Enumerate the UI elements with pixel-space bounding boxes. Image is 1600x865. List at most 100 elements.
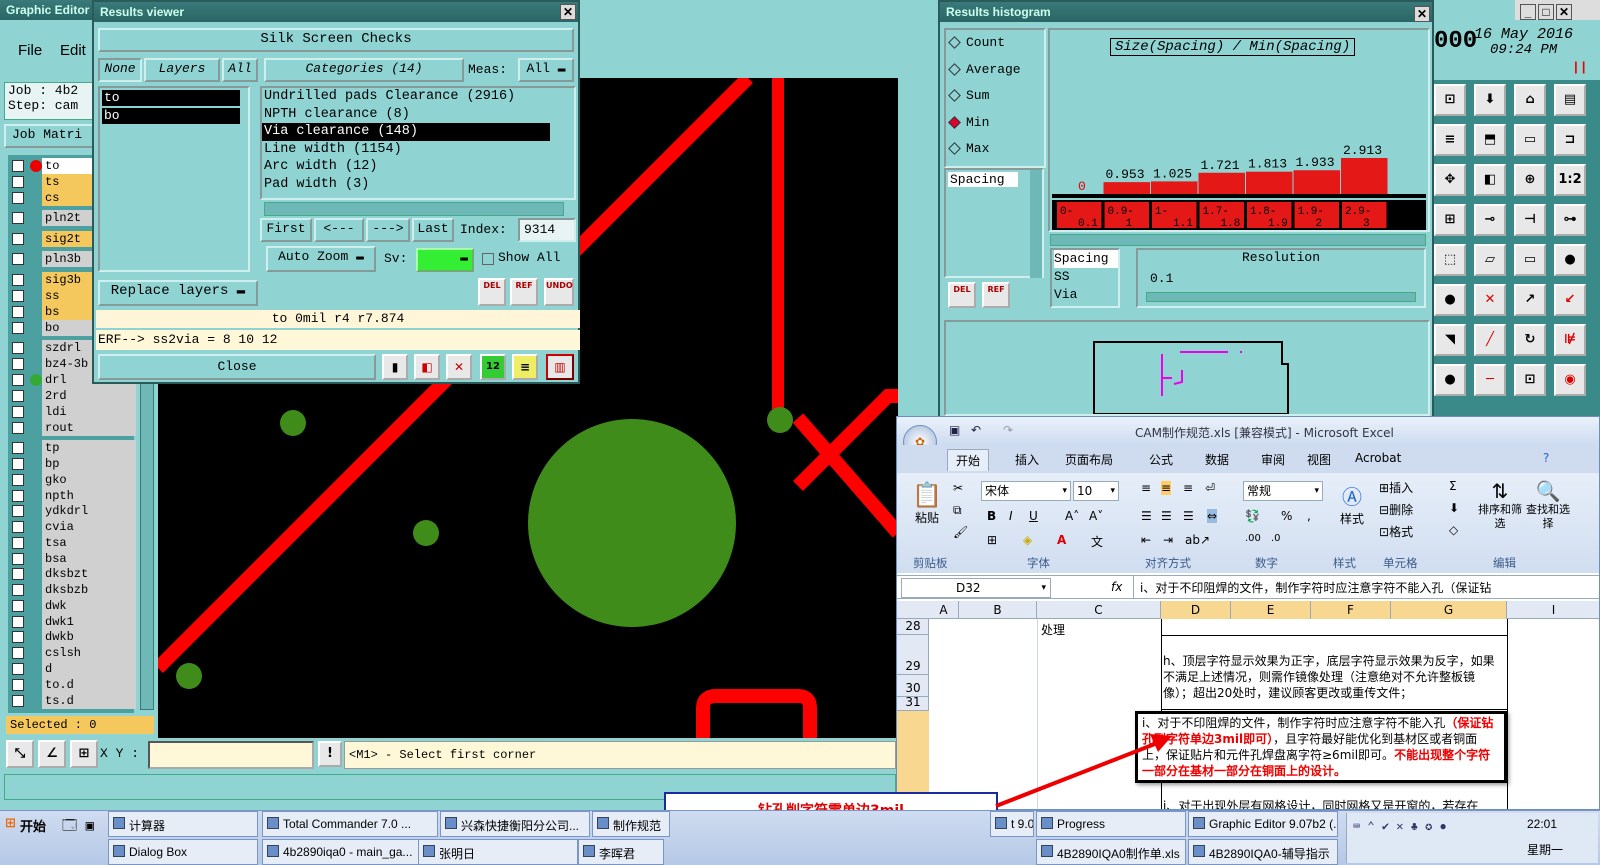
layer-checkbox[interactable] bbox=[12, 374, 24, 386]
menu-file[interactable]: File bbox=[18, 42, 42, 59]
layer-checkbox[interactable] bbox=[12, 406, 24, 418]
category-list[interactable]: Undrilled pads Clearance (2916) NPTH clea… bbox=[260, 86, 576, 200]
column-header[interactable]: G bbox=[1391, 601, 1507, 619]
layer-row[interactable]: dwkb bbox=[12, 629, 150, 645]
taskbar-button[interactable]: 张明日 bbox=[418, 839, 578, 865]
toolbar-tool-icon[interactable]: ↙ bbox=[1554, 284, 1586, 316]
layer-row[interactable]: rout bbox=[12, 420, 150, 436]
autosum-icon[interactable]: Σ bbox=[1449, 479, 1457, 493]
toolbar-tool-icon[interactable]: ⊞ bbox=[1434, 204, 1466, 236]
layer-checkbox[interactable] bbox=[12, 253, 24, 265]
toolbar-tool-icon[interactable]: ⬚ bbox=[1434, 244, 1466, 276]
toolbar-tool-icon[interactable]: ✥ bbox=[1434, 164, 1466, 196]
meas-dropdown[interactable]: All ▬ bbox=[518, 58, 574, 82]
bold-icon[interactable]: B bbox=[987, 509, 996, 523]
insert-cells-button[interactable]: ⊞插入 bbox=[1379, 479, 1413, 496]
replace-layers-button[interactable]: Replace layers ▬ bbox=[98, 280, 258, 306]
layer-checkbox[interactable] bbox=[12, 505, 24, 517]
column-header[interactable]: E bbox=[1231, 601, 1311, 619]
sv-dropdown[interactable]: ▬ bbox=[416, 248, 474, 272]
layer-row[interactable]: dksbzt bbox=[12, 566, 150, 582]
layer-row[interactable]: ts.d bbox=[12, 693, 150, 709]
fx-icon[interactable]: fx bbox=[1111, 580, 1122, 594]
undo-icon-excel[interactable]: ↶ bbox=[971, 423, 981, 437]
increase-decimal-icon[interactable]: .00 bbox=[1245, 533, 1261, 544]
alert-icon[interactable]: ! bbox=[318, 741, 342, 767]
layer-list-item[interactable]: bo bbox=[102, 108, 240, 124]
border-icon[interactable]: ⊞ bbox=[987, 533, 997, 547]
menu-edit[interactable]: Edit bbox=[60, 42, 86, 59]
font-name-box[interactable]: 宋体 ▾ bbox=[981, 481, 1071, 501]
layer-list[interactable]: to bo bbox=[98, 86, 250, 272]
category-item[interactable]: Via clearance (148) bbox=[262, 123, 550, 141]
category-item[interactable]: Undrilled pads Clearance (2916) bbox=[262, 88, 550, 106]
toolbar-tool-icon[interactable]: ⊸ bbox=[1474, 204, 1506, 236]
layer-checkbox[interactable] bbox=[12, 600, 24, 612]
category-scrollbar[interactable] bbox=[264, 202, 564, 216]
toolbar-tool-icon[interactable]: ⬇ bbox=[1474, 84, 1506, 116]
decrease-decimal-icon[interactable]: .0 bbox=[1271, 533, 1281, 544]
column-header[interactable]: I bbox=[1507, 601, 1599, 619]
phonetic-icon[interactable]: 文 bbox=[1091, 533, 1103, 550]
ribbon-tab[interactable]: 公式 bbox=[1141, 449, 1181, 470]
taskbar-button[interactable]: 4B2890IQA0-辅导指示 bbox=[1188, 839, 1338, 865]
toolbar-tool-icon[interactable]: ⊣ bbox=[1514, 204, 1546, 236]
toolbar-tool-icon[interactable]: 1:2 bbox=[1554, 164, 1586, 196]
layer-checkbox[interactable] bbox=[12, 490, 24, 502]
histogram-bar[interactable] bbox=[1103, 182, 1151, 194]
toolbar-tool-icon[interactable]: ◉ bbox=[1554, 364, 1586, 396]
first-button[interactable]: First bbox=[260, 218, 312, 242]
format-cells-button[interactable]: ⊡格式 bbox=[1379, 523, 1413, 540]
layer-checkbox[interactable] bbox=[12, 442, 24, 454]
align-right-icon[interactable]: ☰ bbox=[1183, 509, 1194, 523]
layer-row[interactable]: cvia bbox=[12, 519, 150, 535]
last-button[interactable]: Last bbox=[412, 218, 454, 242]
layer-checkbox[interactable] bbox=[12, 290, 24, 302]
number-format-box[interactable]: 常规 ▾ bbox=[1243, 481, 1323, 501]
layer-icon[interactable]: ▮ bbox=[382, 354, 408, 380]
redo-icon[interactable]: ↷ bbox=[1003, 423, 1013, 437]
layer-checkbox[interactable] bbox=[12, 422, 24, 434]
cell-h-text[interactable]: h、顶层字符显示效果为正字，底层字符显示效果为反字，如果不满足上述情况，则需作镜… bbox=[1163, 653, 1503, 701]
font-color-icon[interactable]: A bbox=[1057, 533, 1066, 547]
delete-cells-button[interactable]: ⊟删除 bbox=[1379, 501, 1413, 518]
layer-checkbox[interactable] bbox=[12, 458, 24, 470]
layer-checkbox[interactable] bbox=[12, 616, 24, 628]
font-size-box[interactable]: 10 ▾ bbox=[1073, 481, 1119, 501]
toolbar-tool-icon[interactable]: ⊶ bbox=[1554, 204, 1586, 236]
category-item[interactable]: NPTH clearance (8) bbox=[262, 106, 550, 124]
layer-checkbox[interactable] bbox=[12, 584, 24, 596]
spacing-list-item[interactable]: Spacing bbox=[1054, 250, 1118, 268]
layer-checkbox[interactable] bbox=[12, 679, 24, 691]
results-viewer-close-icon[interactable]: ✕ bbox=[560, 4, 576, 20]
taskbar-button[interactable]: 4b2890iqa0 - main_ga... bbox=[262, 839, 432, 865]
column-header[interactable]: A bbox=[929, 601, 959, 619]
shrink-font-icon[interactable]: A˅ bbox=[1089, 509, 1103, 523]
report-icon[interactable]: ≡ bbox=[512, 354, 538, 380]
toolbar-tool-icon[interactable]: ⬒ bbox=[1474, 124, 1506, 156]
toolbar-tool-icon[interactable]: ↻ bbox=[1514, 324, 1546, 356]
help-icon[interactable]: ? bbox=[1543, 451, 1549, 465]
sort-filter-button[interactable]: ⇅ 排序和筛选 bbox=[1477, 479, 1523, 531]
paste-button[interactable]: 📋 粘贴 bbox=[907, 481, 947, 541]
histogram-close-icon[interactable]: ✕ bbox=[1414, 6, 1430, 22]
auto-zoom-button[interactable]: Auto Zoom ▬ bbox=[266, 246, 376, 272]
layer-row[interactable]: tp bbox=[12, 440, 150, 456]
layer-row[interactable]: to.d bbox=[12, 677, 150, 693]
green-number-icon[interactable]: 12 bbox=[480, 354, 506, 380]
layer-checkbox[interactable] bbox=[12, 631, 24, 643]
taskbar-button[interactable]: 制作规范 bbox=[592, 811, 670, 837]
category-item[interactable]: Line width (1154) bbox=[262, 141, 550, 159]
layer-row[interactable]: tsa bbox=[12, 535, 150, 551]
save-icon[interactable]: ▣ bbox=[949, 423, 960, 437]
styles-button[interactable]: Ⓐ 样式 bbox=[1333, 481, 1371, 541]
quick-launch-icon[interactable]: 🗔 ▣ bbox=[62, 815, 98, 855]
prev-button[interactable]: <--- bbox=[314, 218, 364, 242]
spacing-list-item[interactable]: Via bbox=[1054, 286, 1118, 304]
toolbar-tool-icon[interactable]: ◧ bbox=[1474, 164, 1506, 196]
refresh-icon[interactable]: REF bbox=[510, 278, 538, 306]
toolbar-tool-icon[interactable]: ● bbox=[1434, 364, 1466, 396]
index-input[interactable]: 9314 bbox=[518, 218, 576, 242]
via-circle[interactable] bbox=[280, 410, 306, 436]
pad-circle[interactable] bbox=[528, 419, 736, 627]
